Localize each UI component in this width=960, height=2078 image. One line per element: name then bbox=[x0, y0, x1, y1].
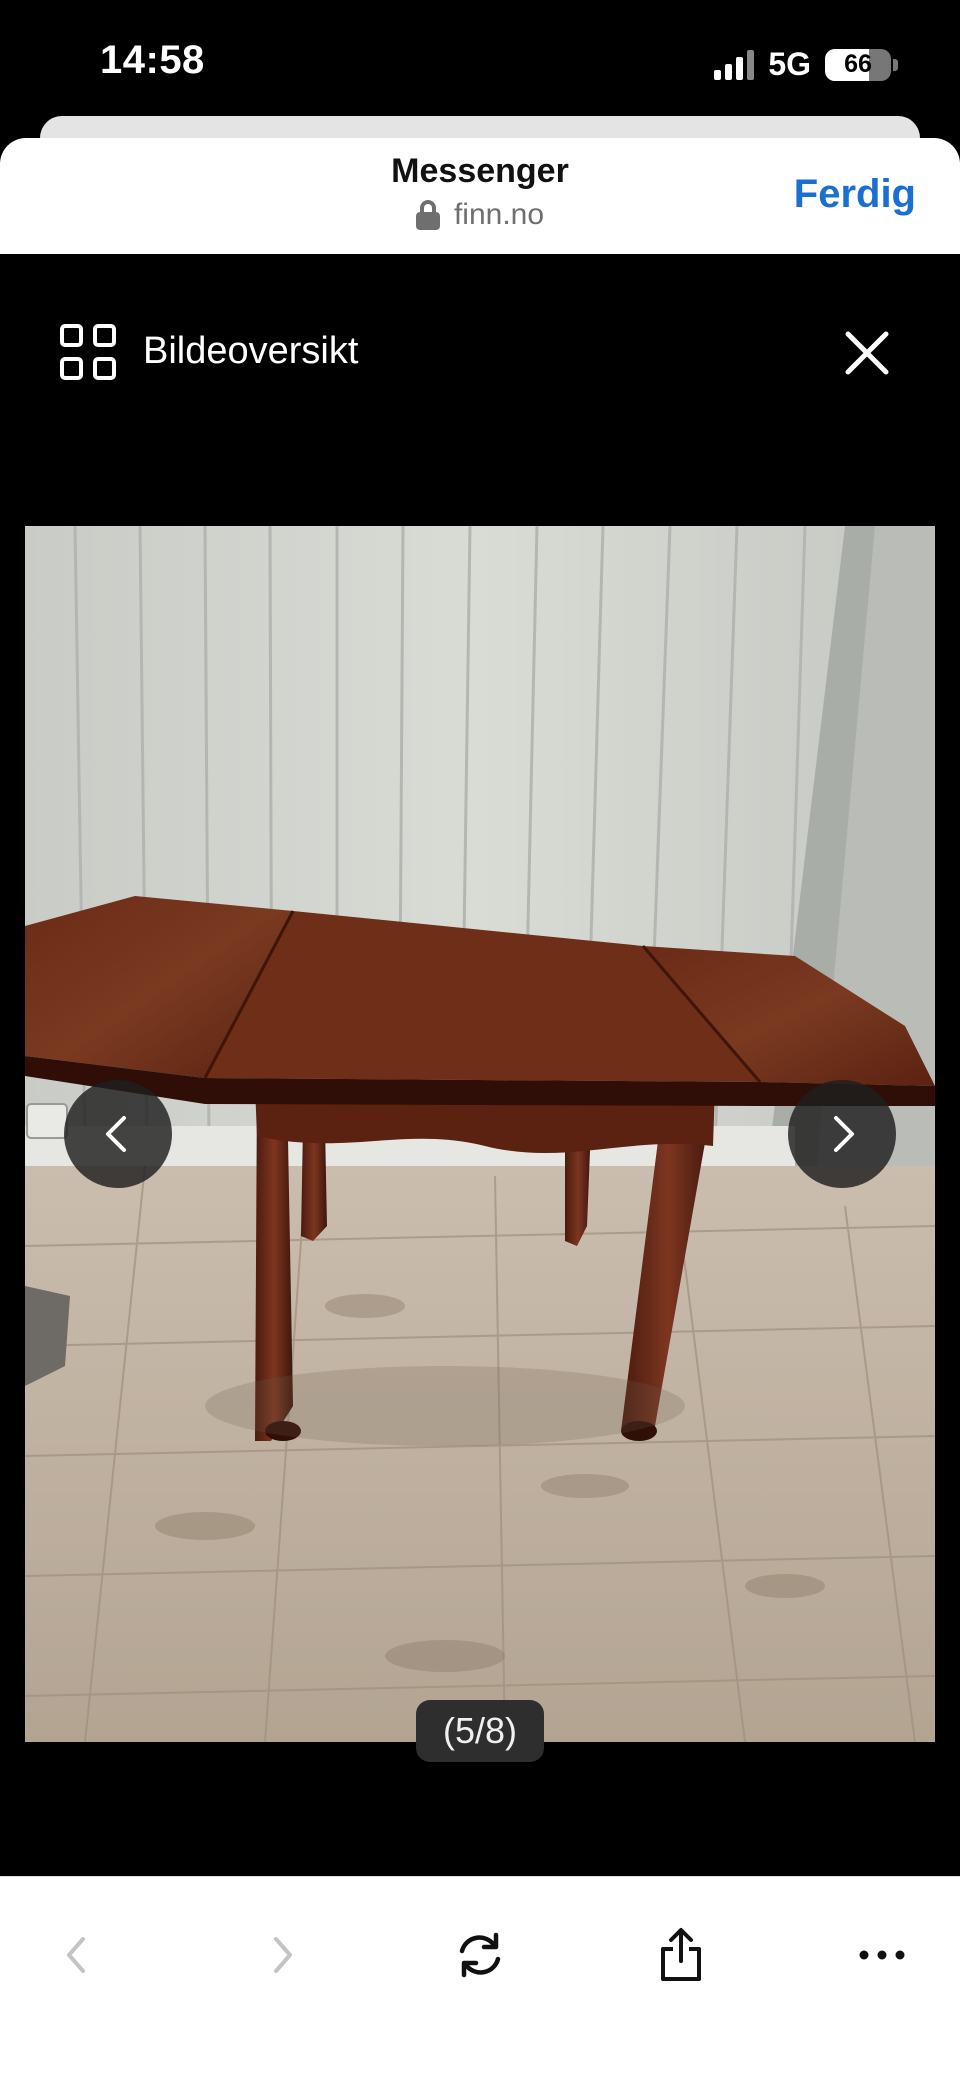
done-button[interactable]: Ferdig bbox=[794, 172, 916, 217]
browser-header: Messenger finn.no Ferdig bbox=[0, 138, 960, 254]
chevron-right-icon bbox=[834, 1116, 854, 1152]
back-icon[interactable] bbox=[47, 1925, 107, 1985]
previous-image-button[interactable] bbox=[64, 1080, 172, 1188]
status-time: 14:58 bbox=[100, 38, 205, 82]
forward-icon[interactable] bbox=[252, 1925, 312, 1985]
domain-text: finn.no bbox=[453, 198, 545, 231]
browser-toolbar bbox=[0, 1876, 960, 2078]
grid-icon[interactable] bbox=[60, 324, 116, 380]
share-icon[interactable] bbox=[651, 1925, 711, 1985]
battery-cap bbox=[893, 58, 898, 71]
battery-icon: 66 bbox=[825, 48, 891, 81]
image-counter: (5/8) bbox=[416, 1700, 544, 1762]
status-bar: 14:58 5G 66 bbox=[0, 0, 960, 118]
reload-icon[interactable] bbox=[450, 1925, 510, 1985]
signal-icon bbox=[714, 49, 755, 80]
status-indicators: 5G 66 bbox=[714, 46, 898, 83]
close-icon[interactable] bbox=[844, 330, 890, 376]
more-icon[interactable] bbox=[852, 1925, 912, 1985]
lock-icon bbox=[415, 200, 440, 230]
network-type: 5G bbox=[768, 46, 811, 82]
image-overview-button[interactable]: Bildeoversikt bbox=[143, 330, 358, 373]
battery-level: 66 bbox=[844, 50, 872, 78]
next-image-button[interactable] bbox=[788, 1080, 896, 1188]
gallery-header: Bildeoversikt bbox=[0, 254, 960, 454]
chevron-left-icon bbox=[106, 1116, 126, 1152]
